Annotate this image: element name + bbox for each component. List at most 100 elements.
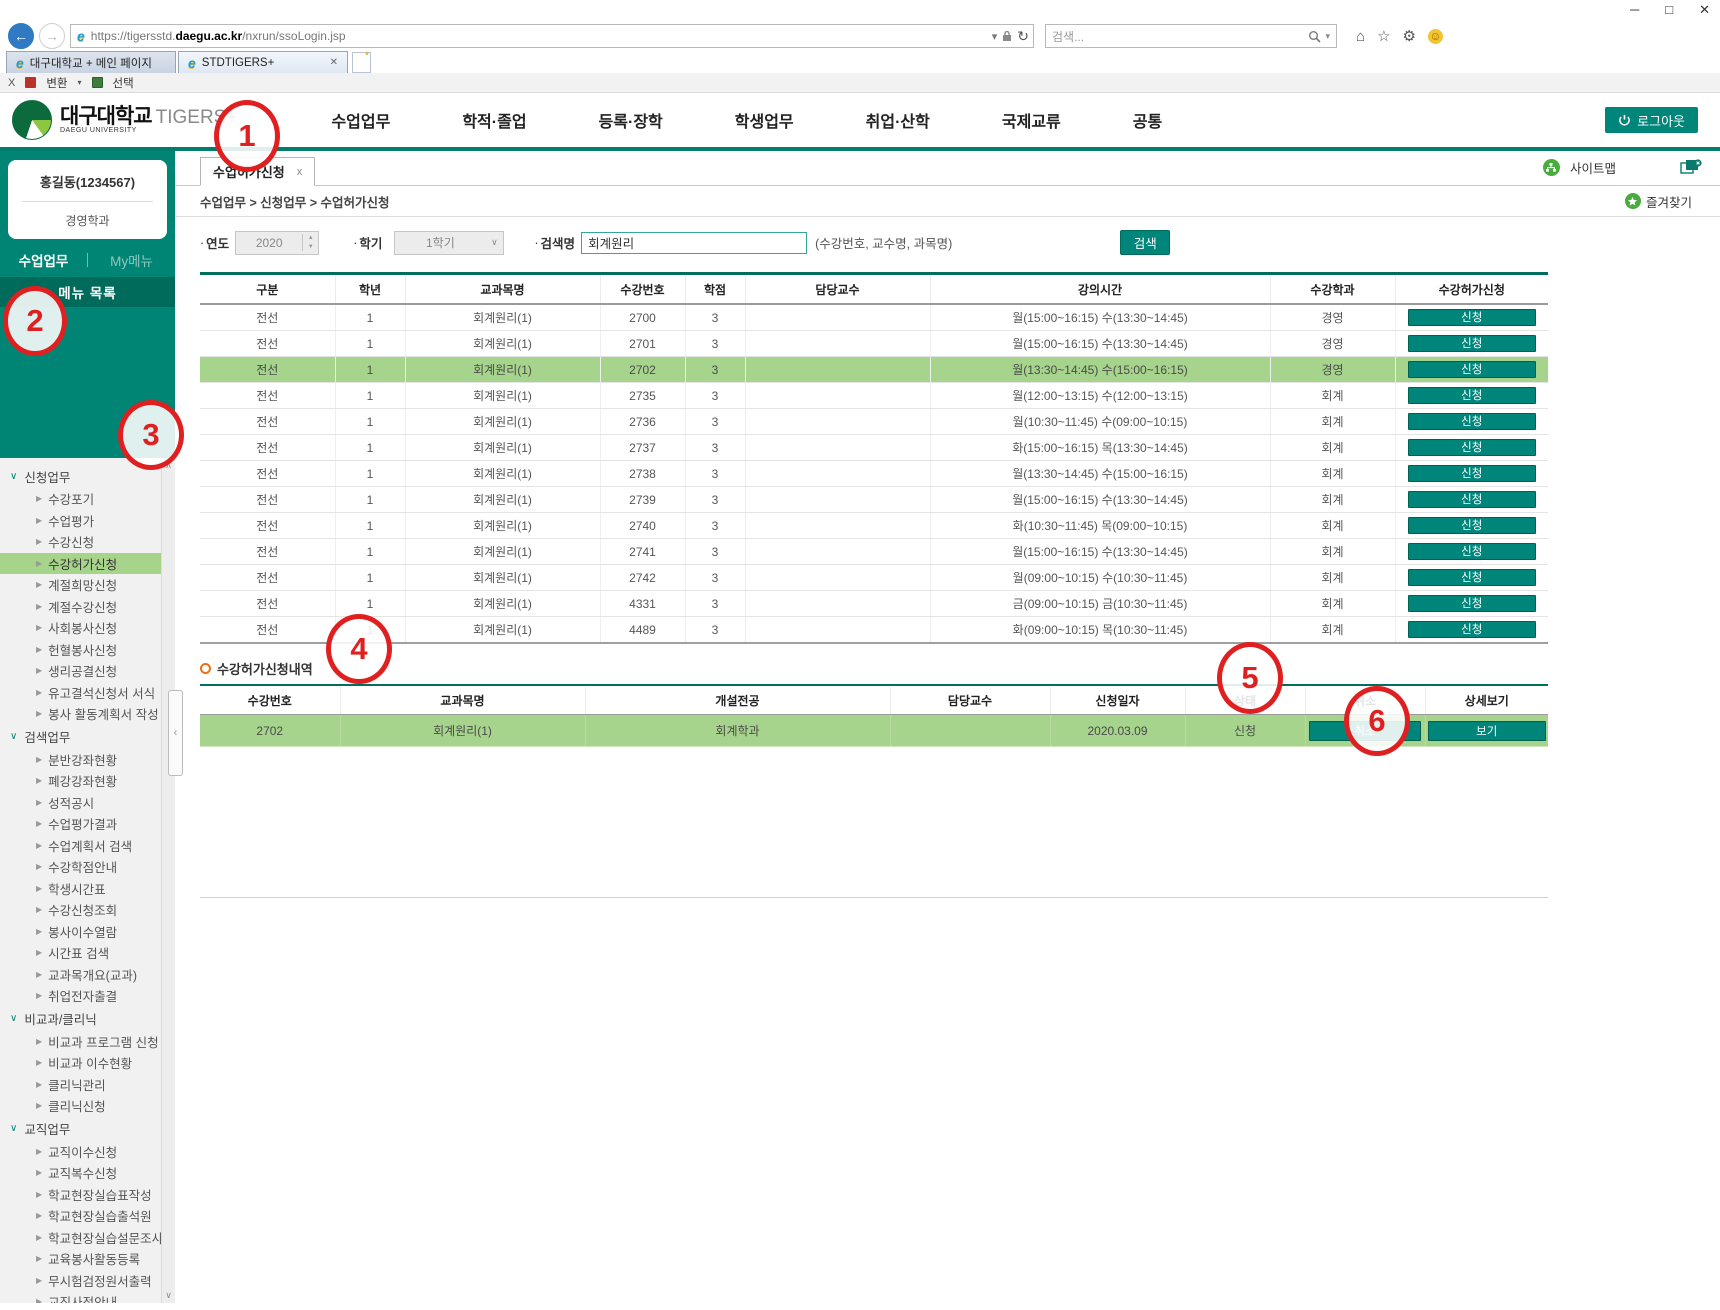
menu-item[interactable]: ▶학교현장실습출석원 [0,1205,175,1227]
home-icon[interactable]: ⌂ [1356,28,1365,45]
window-minimize-button[interactable]: ─ [1630,2,1639,18]
apply-button[interactable]: 신청 [1408,465,1536,482]
table-row[interactable]: 전선1회계원리(1)27403화(10:30~11:45) 목(09:00~10… [200,513,1548,539]
favorites-star-icon[interactable]: ☆ [1377,27,1390,45]
browser-tab[interactable]: e 대구대학교 + 메인 페이지 [6,51,176,73]
refresh-icon[interactable]: ↻ [1017,28,1029,45]
menu-group[interactable]: ∨교직업무 [0,1117,175,1141]
table-row[interactable]: 전선1회계원리(1)27003월(15:00~16:15) 수(13:30~14… [200,304,1548,331]
menu-item[interactable]: ▶수업계획서 검색 [0,835,175,857]
menu-item[interactable]: ▶성적공시 [0,792,175,814]
apply-button[interactable]: 신청 [1408,439,1536,456]
sidebar-scrollbar[interactable]: ∧ ∨ [161,458,175,1303]
apply-button[interactable]: 신청 [1408,335,1536,352]
table-row[interactable]: 전선1회계원리(1)27023월(13:30~14:45) 수(15:00~16… [200,357,1548,383]
menu-item[interactable]: ▶교직이수신청 [0,1141,175,1163]
menu-item[interactable]: ▶수강포기 [0,488,175,510]
browser-forward-button[interactable]: → [39,23,65,49]
view-button[interactable]: 보기 [1428,721,1546,741]
menu-item[interactable]: ▶사회봉사신청 [0,617,175,639]
menu-item[interactable]: ▶비교과 이수현황 [0,1052,175,1074]
sidebar-tab-mymenu[interactable]: My메뉴 [88,250,175,270]
menu-item[interactable]: ▶비교과 프로그램 신청 [0,1031,175,1053]
menu-item[interactable]: ▶수업평가 [0,510,175,532]
menu-item[interactable]: ▶수강허가신청 [0,553,175,575]
nav-item-국제교류[interactable]: 국제교류 [966,100,1097,140]
menu-item[interactable]: ▶수강학점안내 [0,856,175,878]
logout-button[interactable]: 로그아웃 [1605,107,1698,133]
menu-item[interactable]: ▶학교현장실습표작성 [0,1184,175,1206]
menu-item[interactable]: ▶교직사정안내 [0,1291,175,1303]
menu-item[interactable]: ▶수강신청 [0,531,175,553]
apply-button[interactable]: 신청 [1408,361,1536,378]
search-dropdown-icon[interactable]: ▾ [1325,31,1330,42]
search-icon[interactable] [1308,30,1321,43]
sidebar-collapse-handle[interactable]: ‹ [168,690,183,776]
apply-button[interactable]: 신청 [1408,543,1536,560]
table-row[interactable]: 전선1회계원리(1)27383월(13:30~14:45) 수(15:00~16… [200,461,1548,487]
table-row[interactable]: 전선1회계원리(1)27013월(15:00~16:15) 수(13:30~14… [200,331,1548,357]
apply-button[interactable]: 신청 [1408,491,1536,508]
menu-item[interactable]: ▶폐강강좌현황 [0,770,175,792]
new-tab-button[interactable] [352,52,371,73]
menu-item[interactable]: ▶교과목개요(교과) [0,964,175,986]
apply-button[interactable]: 신청 [1408,569,1536,586]
favorite-link[interactable]: 즐겨찾기 [1625,192,1692,211]
close-all-windows-icon[interactable] [1680,159,1702,176]
menu-item[interactable]: ▶생리공결신청 [0,660,175,682]
menu-item[interactable]: ▶클리닉관리 [0,1074,175,1096]
tab-close-icon[interactable]: ✕ [330,57,338,68]
browser-search-box[interactable]: 검색... ▾ [1045,24,1337,48]
nav-item-학적·졸업[interactable]: 학적·졸업 [426,100,562,140]
search-button[interactable]: 검색 [1120,230,1170,255]
table-row[interactable]: 전선1회계원리(1)27413월(15:00~16:15) 수(13:30~14… [200,539,1548,565]
menu-item[interactable]: ▶시간표 검색 [0,942,175,964]
table-row[interactable]: 전선1회계원리(1)43313금(09:00~10:15) 금(10:30~11… [200,591,1548,617]
nav-item-등록·장학[interactable]: 등록·장학 [563,100,699,140]
toolbar-close-button[interactable]: X [8,77,15,89]
window-maximize-button[interactable]: □ [1665,2,1673,18]
menu-group[interactable]: ∨검색업무 [0,725,175,749]
menu-item[interactable]: ▶교육봉사활동등록 [0,1248,175,1270]
apply-button[interactable]: 신청 [1408,621,1536,638]
university-logo[interactable] [12,100,52,140]
spinner-arrows-icon[interactable]: ▲▼ [302,234,318,251]
table-row[interactable]: 전선1회계원리(1)27353월(12:00~13:15) 수(12:00~13… [200,383,1548,409]
menu-item[interactable]: ▶계절수강신청 [0,596,175,618]
url-field[interactable]: e https://tigersstd.daegu.ac.kr/nxrun/ss… [70,24,1034,48]
menu-item[interactable]: ▶봉사 활동계획서 작성 [0,703,175,725]
menu-item[interactable]: ▶분반강좌현황 [0,749,175,771]
module-tab-close-icon[interactable]: x [297,166,303,178]
menu-item[interactable]: ▶교직복수신청 [0,1162,175,1184]
apply-button[interactable]: 신청 [1408,387,1536,404]
menu-item[interactable]: ▶수강신청조회 [0,899,175,921]
browser-tab-active[interactable]: e STDTIGERS+ ✕ [178,51,348,73]
settings-gear-icon[interactable]: ⚙ [1403,27,1416,45]
scroll-down-icon[interactable]: ∨ [162,1290,175,1301]
browser-back-button[interactable]: ← [8,23,34,49]
menu-item[interactable]: ▶계절희망신청 [0,574,175,596]
menu-item[interactable]: ▶봉사이수열람 [0,921,175,943]
sitemap-icon[interactable] [1543,159,1560,176]
menu-item[interactable]: ▶클리닉신청 [0,1095,175,1117]
apply-button[interactable]: 신청 [1408,595,1536,612]
select-button[interactable]: 선택 [113,75,134,91]
year-spinner[interactable]: 2020 ▲▼ [235,231,319,255]
keyword-input[interactable] [581,232,807,254]
feedback-smiley-icon[interactable]: ☺ [1428,29,1443,44]
menu-item[interactable]: ▶수업평가결과 [0,813,175,835]
nav-item-수업업무[interactable]: 수업업무 [295,100,426,140]
convert-dropdown-icon[interactable]: ▾ [78,78,82,87]
nav-item-학생업무[interactable]: 학생업무 [699,100,830,140]
apply-button[interactable]: 신청 [1408,309,1536,326]
sidebar-tab-work[interactable]: 수업업무 [0,250,87,270]
menu-item[interactable]: ▶헌혈봉사신청 [0,639,175,661]
apply-button[interactable]: 신청 [1408,517,1536,534]
menu-item[interactable]: ▶취업전자출결 [0,985,175,1007]
menu-item[interactable]: ▶학교현장실습설문조사 [0,1227,175,1249]
table-row[interactable]: 전선1회계원리(1)27363월(10:30~11:45) 수(09:00~10… [200,409,1548,435]
apply-button[interactable]: 신청 [1408,413,1536,430]
table-row[interactable]: 전선1회계원리(1)44893화(09:00~10:15) 목(10:30~11… [200,617,1548,644]
menu-item[interactable]: ▶학생시간표 [0,878,175,900]
menu-item[interactable]: ▶무시험검정원서출력 [0,1270,175,1292]
